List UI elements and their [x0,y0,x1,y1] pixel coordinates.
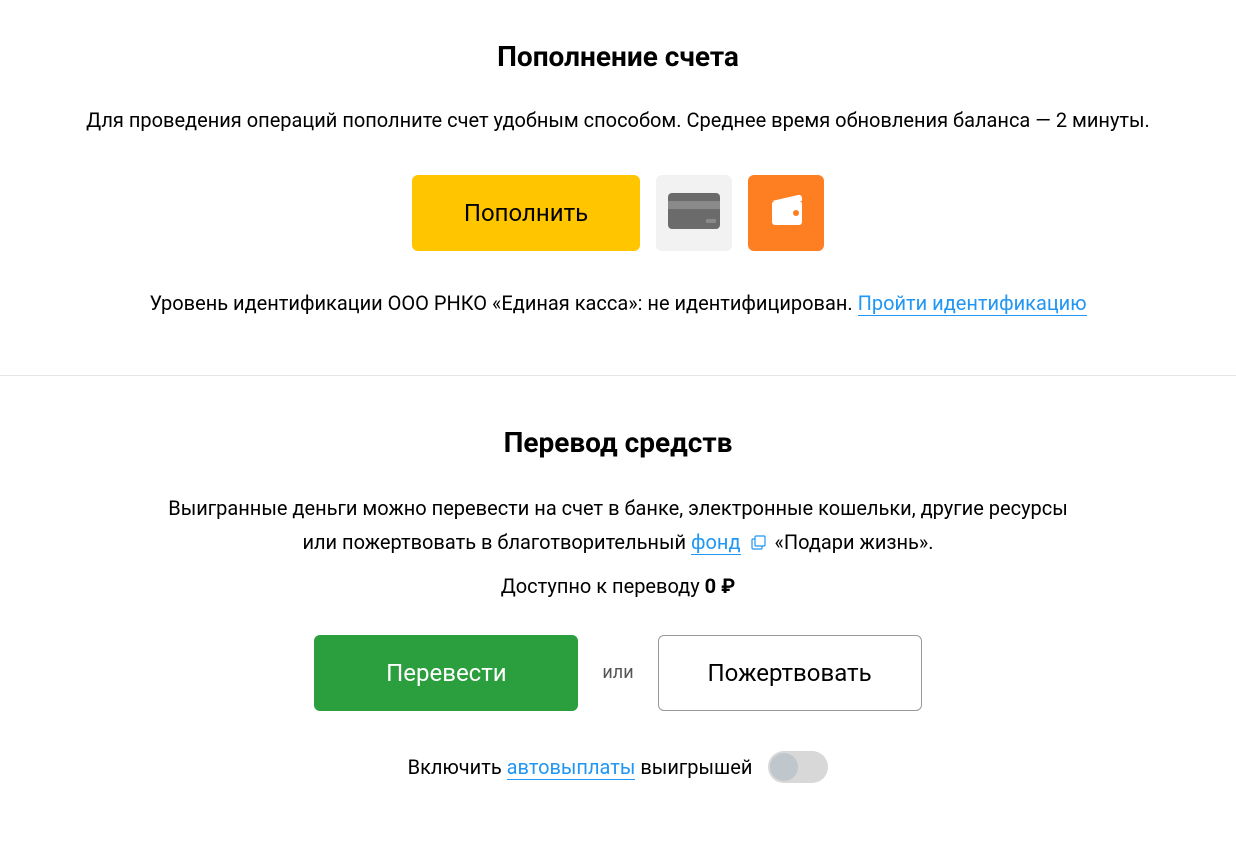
or-label: или [602,662,633,683]
autopay-link[interactable]: автовыплаты [507,755,636,780]
identification-text: Уровень идентификации ООО РНКО «Единая к… [149,291,857,315]
transfer-description: Выигранные деньги можно перевести на сче… [40,491,1196,603]
autopay-row: Включить автовыплаты выигрышей [40,751,1196,783]
transfer-desc-line2: или пожертвовать в благотворительный фон… [40,525,1196,561]
available-currency: ₽ [716,574,735,598]
identification-status: Уровень идентификации ООО РНКО «Единая к… [40,291,1196,315]
deposit-button[interactable]: Пополнить [412,175,640,251]
transfer-section: Перевод средств Выигранные деньги можно … [0,416,1236,823]
autopay-label: Включить автовыплаты выигрышей [408,755,753,779]
autopay-toggle[interactable] [768,751,828,783]
section-divider [0,375,1236,376]
deposit-description: Для проведения операций пополните счет у… [40,105,1196,135]
available-amount-row: Доступно к переводу 0 ₽ [40,569,1196,603]
identification-link[interactable]: Пройти идентификацию [858,291,1087,316]
transfer-desc-line1: Выигранные деньги можно перевести на сче… [40,491,1196,525]
deposit-button-row: Пополнить [40,175,1196,251]
transfer-button-row: Перевести или Пожертвовать [40,635,1196,711]
deposit-section: Пополнение счета Для проведения операций… [0,30,1236,355]
toggle-knob [770,753,798,781]
available-amount: 0 [705,574,716,598]
external-link-icon [750,527,766,561]
card-method-button[interactable] [656,175,732,251]
donate-button[interactable]: Пожертвовать [658,635,922,711]
transfer-title: Перевод средств [40,426,1196,459]
wallet-icon [764,189,808,237]
wallet-method-button[interactable] [748,175,824,251]
credit-card-icon [668,193,720,233]
transfer-button[interactable]: Перевести [314,635,578,711]
deposit-title: Пополнение счета [40,40,1196,73]
fund-link[interactable]: фонд [691,530,741,555]
